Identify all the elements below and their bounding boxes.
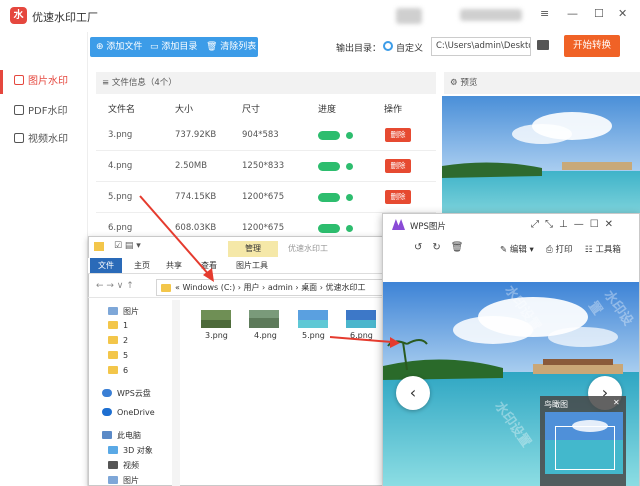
annotation-arrows	[139, 195, 400, 348]
